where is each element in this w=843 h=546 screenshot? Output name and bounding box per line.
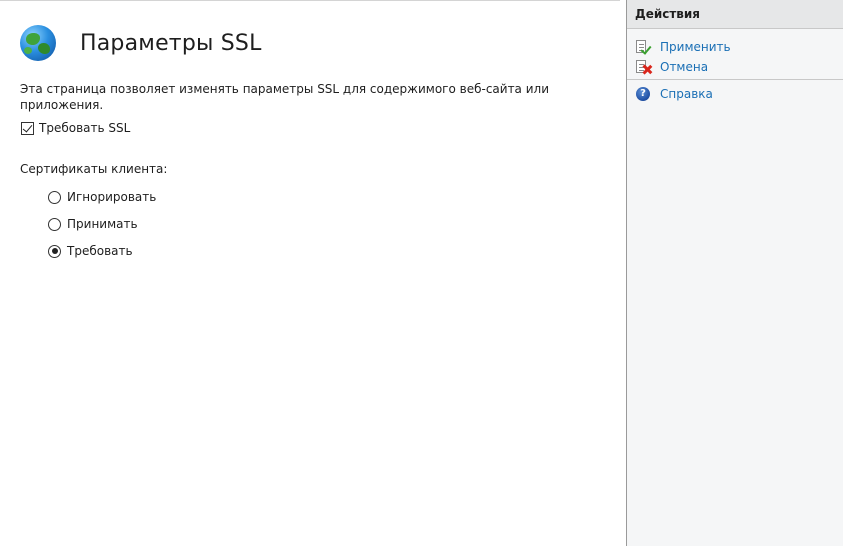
help-circle-icon: ? bbox=[635, 86, 651, 102]
cancel-action-link[interactable]: Отмена bbox=[627, 57, 843, 77]
cancel-label[interactable]: Отмена bbox=[660, 60, 708, 74]
radio-unselected-icon[interactable] bbox=[48, 190, 61, 204]
apply-action-link[interactable]: Применить bbox=[627, 37, 843, 57]
help-label[interactable]: Справка bbox=[660, 87, 713, 101]
checkbox-checked-icon[interactable] bbox=[21, 121, 34, 135]
apply-label[interactable]: Применить bbox=[660, 40, 731, 54]
actions-pane: Действия Применить Отмена ? Справка bbox=[626, 0, 843, 546]
radio-accept[interactable]: Принимать bbox=[48, 217, 138, 231]
radio-selected-icon[interactable] bbox=[48, 244, 61, 258]
help-action-link[interactable]: ? Справка bbox=[627, 84, 843, 104]
client-certificates-label: Сертификаты клиента: bbox=[20, 162, 168, 176]
radio-require-label: Требовать bbox=[67, 244, 133, 258]
page-header: Параметры SSL bbox=[20, 23, 262, 63]
actions-header: Действия bbox=[627, 0, 843, 29]
radio-accept-label: Принимать bbox=[67, 217, 138, 231]
page-description: Эта страница позволяет изменять параметр… bbox=[20, 82, 549, 112]
page-title: Параметры SSL bbox=[80, 30, 262, 56]
require-ssl-label: Требовать SSL bbox=[39, 121, 131, 135]
main-content-pane: Параметры SSL Эта страница позволяет изм… bbox=[0, 0, 620, 546]
actions-separator bbox=[627, 79, 843, 80]
globe-icon bbox=[20, 25, 56, 61]
document-check-icon bbox=[635, 39, 652, 55]
require-ssl-checkbox[interactable]: Требовать SSL bbox=[21, 121, 130, 135]
radio-require[interactable]: Требовать bbox=[48, 244, 133, 258]
radio-ignore-label: Игнорировать bbox=[67, 190, 157, 204]
iis-ssl-settings-window: Параметры SSL Эта страница позволяет изм… bbox=[0, 0, 843, 546]
radio-ignore[interactable]: Игнорировать bbox=[48, 190, 156, 204]
radio-unselected-icon[interactable] bbox=[48, 217, 61, 231]
document-cross-icon bbox=[635, 59, 651, 75]
